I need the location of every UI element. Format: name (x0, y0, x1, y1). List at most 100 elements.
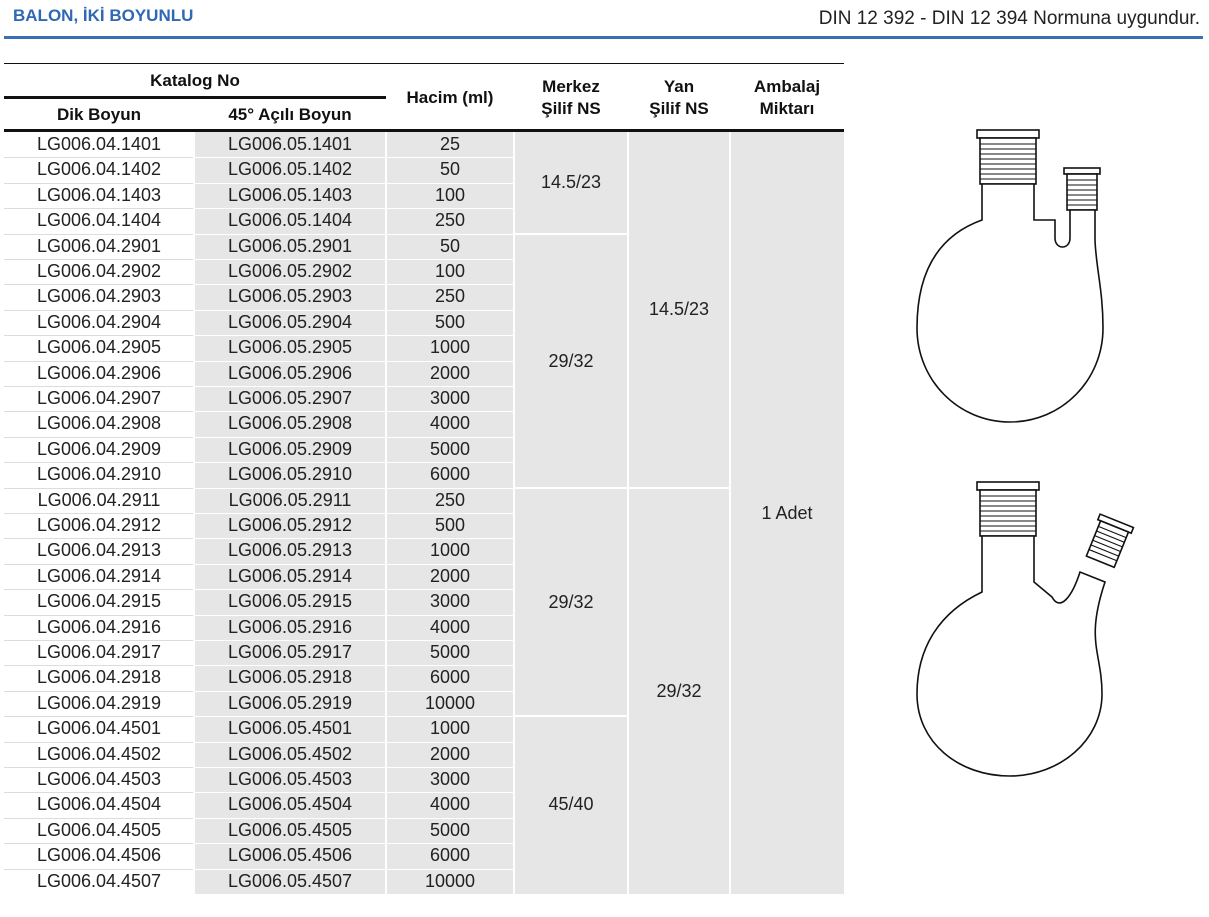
cell-hacim: 10000 (386, 868, 514, 894)
cell-dik-boyun: LG006.04.1404 (4, 208, 194, 234)
cell-hacim: 6000 (386, 665, 514, 691)
row-divider (194, 741, 514, 743)
row-divider (194, 309, 514, 311)
cell-dik-boyun: LG006.04.2905 (4, 335, 194, 361)
cell-acili-boyun: LG006.05.2902 (194, 259, 386, 285)
column-divider (193, 132, 195, 894)
cell-hacim: 500 (386, 309, 514, 336)
row-divider (194, 716, 514, 718)
row-divider (4, 817, 194, 819)
header-dik-boyun: Dik Boyun (56, 105, 142, 124)
cell-acili-boyun: LG006.05.2912 (194, 513, 386, 539)
product-table: Katalog No Dik Boyun 45° Açılı Boyun Hac… (4, 63, 844, 894)
cell-hacim: 50 (386, 157, 514, 183)
cell-hacim: 5000 (386, 817, 514, 844)
cell-acili-boyun: LG006.05.2913 (194, 538, 386, 564)
row-divider (194, 513, 514, 514)
flask-angled-neck-icon (916, 481, 1135, 777)
cell-hacim: 1000 (386, 538, 514, 564)
row-divider (4, 792, 194, 794)
row-divider (194, 208, 514, 210)
cell-hacim: 10000 (386, 690, 514, 717)
row-divider (194, 640, 514, 641)
cell-acili-boyun: LG006.05.2908 (194, 411, 386, 437)
cell-dik-boyun: LG006.04.2907 (4, 386, 194, 412)
row-divider (4, 665, 194, 667)
cell-acili-boyun: LG006.05.2914 (194, 563, 386, 590)
cell-acili-boyun: LG006.05.4501 (194, 716, 386, 742)
cell-acili-boyun: LG006.05.4503 (194, 767, 386, 793)
row-divider (194, 614, 514, 616)
cell-acili-boyun: LG006.05.1401 (194, 132, 386, 158)
row-divider (4, 741, 194, 743)
row-divider (194, 157, 514, 159)
row-divider (194, 868, 514, 870)
row-divider (194, 487, 514, 489)
cell-hacim: 500 (386, 513, 514, 539)
cell-acili-boyun: LG006.05.2905 (194, 335, 386, 361)
row-divider (4, 182, 194, 184)
row-divider (4, 360, 194, 362)
row-divider (194, 360, 514, 362)
cell-dik-boyun: LG006.04.2908 (4, 411, 194, 437)
cell-hacim: 4000 (386, 792, 514, 818)
row-divider (4, 335, 194, 337)
row-divider (194, 411, 514, 413)
cell-acili-boyun: LG006.05.2909 (194, 436, 386, 463)
row-divider (194, 690, 514, 692)
cell-hacim: 6000 (386, 843, 514, 869)
cell-yan-silif: 29/32 (628, 487, 730, 894)
katalog-rule (4, 96, 386, 99)
header-ambalaj-line2: Miktarı (759, 99, 815, 118)
row-divider (4, 690, 194, 692)
cell-acili-boyun: LG006.05.1404 (194, 208, 386, 234)
cell-acili-boyun: LG006.05.2915 (194, 589, 386, 615)
cell-hacim: 100 (386, 182, 514, 209)
row-divider (4, 233, 194, 235)
flask-straight-neck-icon (916, 129, 1104, 423)
cell-dik-boyun: LG006.04.2911 (4, 487, 194, 513)
cell-hacim: 250 (386, 284, 514, 310)
cell-acili-boyun: LG006.05.2916 (194, 614, 386, 640)
cell-dik-boyun: LG006.04.2919 (4, 690, 194, 717)
cell-hacim: 250 (386, 208, 514, 234)
cell-dik-boyun: LG006.04.2903 (4, 284, 194, 310)
cell-hacim: 1000 (386, 716, 514, 742)
row-divider (4, 436, 194, 438)
row-divider (194, 665, 514, 667)
cell-hacim: 100 (386, 259, 514, 285)
cell-dik-boyun: LG006.04.1401 (4, 132, 194, 158)
cell-yan-silif: 14.5/23 (628, 132, 730, 488)
row-divider (4, 640, 194, 641)
row-divider (194, 386, 514, 387)
cell-dik-boyun: LG006.04.2909 (4, 436, 194, 463)
row-divider (4, 157, 194, 159)
cell-acili-boyun: LG006.05.2918 (194, 665, 386, 691)
group-divider (514, 232, 628, 235)
cell-hacim: 2000 (386, 741, 514, 767)
cell-dik-boyun: LG006.04.4507 (4, 868, 194, 894)
cell-dik-boyun: LG006.04.2918 (4, 665, 194, 691)
row-divider (4, 309, 194, 311)
header-divider (4, 36, 1203, 39)
cell-hacim: 2000 (386, 563, 514, 590)
cell-acili-boyun: LG006.05.1403 (194, 182, 386, 209)
cell-dik-boyun: LG006.04.1403 (4, 182, 194, 209)
column-divider (513, 132, 515, 894)
row-divider (194, 182, 514, 184)
row-divider (4, 563, 194, 565)
cell-acili-boyun: LG006.05.4505 (194, 817, 386, 844)
cell-hacim: 4000 (386, 411, 514, 437)
flask-illustrations (916, 129, 1135, 777)
cell-acili-boyun: LG006.05.2917 (194, 640, 386, 666)
cell-dik-boyun: LG006.04.2913 (4, 538, 194, 564)
header-yan-line2: Şilif NS (649, 99, 709, 118)
cell-dik-boyun: LG006.04.4506 (4, 843, 194, 869)
row-divider (4, 716, 194, 718)
column-divider (729, 132, 731, 894)
cell-dik-boyun: LG006.04.1402 (4, 157, 194, 183)
row-divider (4, 487, 194, 489)
column-divider (627, 132, 629, 894)
cell-dik-boyun: LG006.04.2901 (4, 233, 194, 259)
cell-hacim: 4000 (386, 614, 514, 640)
